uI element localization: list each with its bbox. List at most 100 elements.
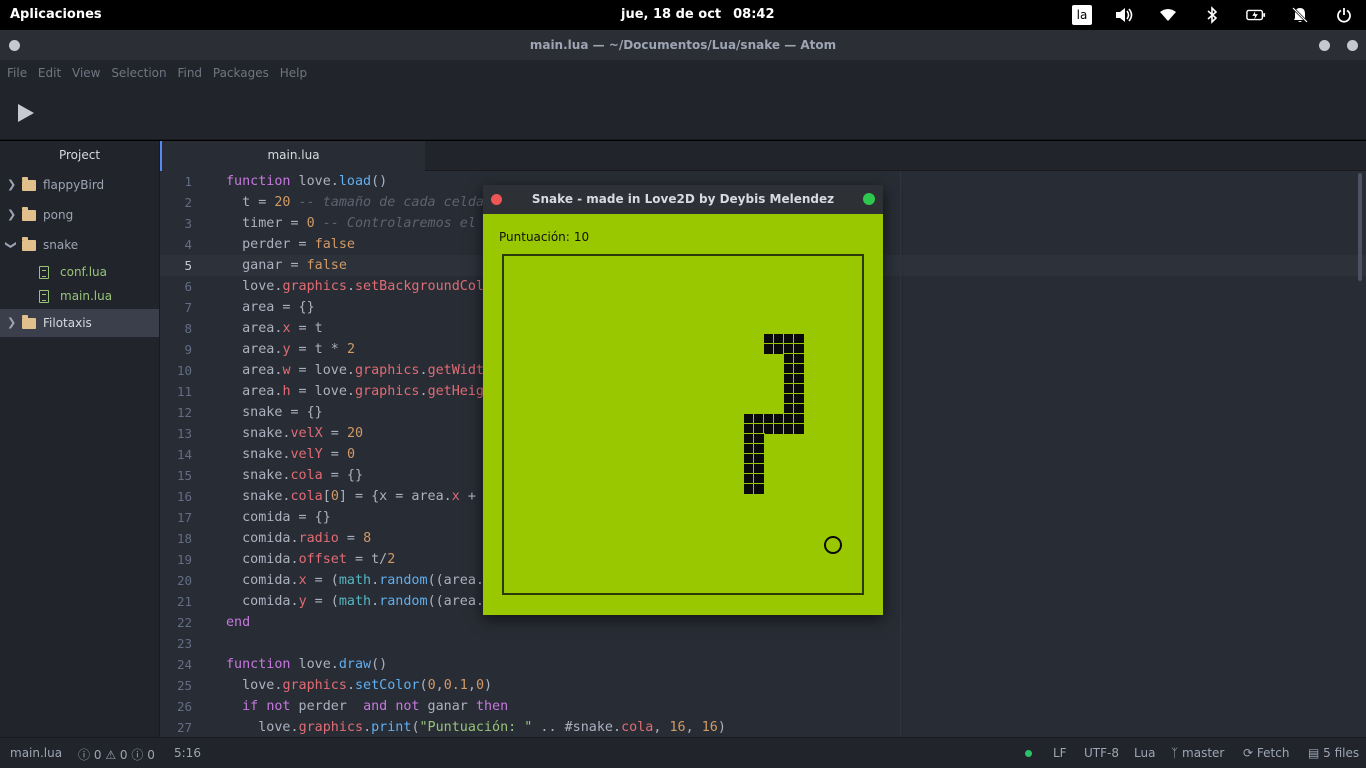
window-menu-dot[interactable] [9, 40, 20, 51]
line-number: 27 [176, 720, 192, 735]
code-line: comida.y = (math.random((area.h [226, 594, 492, 609]
close-button[interactable] [1347, 40, 1358, 51]
clock[interactable]: jue, 18 de oct 08:42 [621, 7, 775, 22]
tree-item-snake[interactable]: ❯ snake [0, 231, 159, 259]
grammar-selector[interactable]: Lua [1134, 746, 1155, 760]
line-number: 3 [184, 216, 192, 231]
menu-packages[interactable]: Packages [213, 60, 269, 80]
line-number: 21 [176, 594, 192, 609]
wifi-icon[interactable] [1158, 5, 1178, 25]
menu-file[interactable]: File [7, 60, 27, 80]
notifications-off-icon[interactable] [1290, 5, 1310, 25]
wrap-guide [900, 171, 901, 737]
git-branch[interactable]: ᛉ master [1171, 746, 1224, 760]
window-titlebar[interactable]: main.lua — ~/Documentos/Lua/snake — Atom [0, 30, 1366, 60]
chevron-right-icon: ❯ [7, 316, 17, 329]
code-line: love.graphics.setBackgroundColor [226, 279, 501, 294]
keyboard-layout-indicator[interactable]: la [1072, 5, 1092, 25]
line-number: 20 [176, 573, 192, 588]
game-close-button[interactable] [491, 194, 502, 205]
chevron-right-icon: ❯ [7, 208, 17, 221]
snake-game-window[interactable]: Snake - made in Love2D by Deybis Melende… [483, 185, 883, 615]
tree-item-flappybird[interactable]: ❯ flappyBird [0, 171, 159, 199]
line-number: 19 [176, 552, 192, 567]
encoding-selector[interactable]: UTF-8 [1084, 746, 1119, 760]
line-number: 22 [176, 615, 192, 630]
snake-segment [743, 453, 755, 465]
snake-segment [763, 423, 775, 435]
code-line: area.w = love.graphics.getWidth [226, 363, 493, 378]
tab-bar: main.lua [160, 141, 1366, 171]
applications-menu[interactable]: Aplicaciones [10, 7, 102, 22]
code-line: comida.x = (math.random((area.w [226, 573, 492, 588]
game-maximize-button[interactable] [863, 193, 875, 205]
snake-segment [793, 333, 805, 345]
code-line: love.graphics.print("Puntuación: " .. #s… [226, 720, 726, 735]
vertical-scrollbar[interactable] [1358, 173, 1362, 281]
line-number: 26 [176, 699, 192, 714]
warning-icon: ⚠ [105, 748, 117, 762]
menu-view[interactable]: View [72, 60, 100, 80]
snake-segment [743, 423, 755, 435]
menu-bar: File Edit View Selection Find Packages H… [0, 60, 1366, 86]
snake-segment [793, 353, 805, 365]
minimize-button[interactable] [1319, 40, 1330, 51]
menu-edit[interactable]: Edit [38, 60, 61, 80]
battery-icon[interactable] [1246, 5, 1266, 25]
code-line: snake.cola = {} [226, 468, 364, 483]
sync-icon: ⟳ [1243, 746, 1254, 760]
game-canvas[interactable]: Puntuación: 10 [483, 214, 883, 615]
line-ending-selector[interactable]: LF [1053, 746, 1067, 760]
snake-segment [773, 423, 785, 435]
snake-segment [793, 423, 805, 435]
code-line: snake = {} [226, 405, 323, 420]
snake-segment [783, 343, 795, 355]
git-fetch-button[interactable]: ⟳ Fetch [1243, 746, 1289, 760]
menu-selection[interactable]: Selection [111, 60, 166, 80]
code-line: ganar = false [226, 258, 347, 273]
power-icon[interactable] [1334, 5, 1354, 25]
cursor-position[interactable]: 5:16 [174, 746, 201, 760]
tree-item-pong[interactable]: ❯ pong [0, 201, 159, 229]
tree-item-filotaxis[interactable]: ❯ Filotaxis [0, 309, 159, 337]
snake-segment [783, 393, 795, 405]
code-line: t = 20 -- tamaño de cada celda [226, 195, 484, 210]
window-title: main.lua — ~/Documentos/Lua/snake — Atom [529, 38, 837, 52]
snake-segment [793, 403, 805, 415]
tree-item-main-lua[interactable]: main.lua [0, 282, 159, 310]
game-window-titlebar[interactable]: Snake - made in Love2D by Deybis Melende… [483, 185, 883, 214]
diagnostics-summary[interactable]: ⓘ 0 ⚠ 0 ⓘ 0 [78, 746, 155, 763]
menu-find[interactable]: Find [177, 60, 202, 80]
clock-time: 08:42 [733, 7, 775, 22]
snake-segment [743, 483, 755, 495]
code-line: love.graphics.setColor(0,0.1,0) [226, 678, 493, 693]
status-file-name[interactable]: main.lua [10, 746, 62, 760]
code-line: snake.cola[0] = {x = area.x + t [226, 489, 493, 504]
volume-icon[interactable] [1114, 5, 1134, 25]
code-line: function love.load() [226, 174, 388, 189]
snake-segment [793, 373, 805, 385]
status-bar: main.lua ⓘ 0 ⚠ 0 ⓘ 0 5:16 LF UTF-8 Lua ᛉ… [0, 737, 1366, 768]
line-number: 8 [184, 321, 192, 336]
line-number: 7 [184, 300, 192, 315]
menu-help[interactable]: Help [280, 60, 307, 80]
snake-segment [743, 443, 755, 455]
run-icon[interactable] [18, 104, 34, 122]
code-line: area.h = love.graphics.getHeight [226, 384, 501, 399]
game-window-title: Snake - made in Love2D by Deybis Melende… [531, 192, 835, 206]
score-display: Puntuación: 10 [499, 230, 589, 244]
snake-segment [743, 463, 755, 475]
snake-segment [783, 383, 795, 395]
folder-icon [22, 207, 36, 221]
tab-main-lua[interactable]: main.lua [160, 141, 425, 171]
line-number: 2 [184, 195, 192, 210]
snake-segment [743, 413, 755, 425]
code-line: area.x = t [226, 321, 323, 336]
code-line: timer = 0 -- Controlaremos el [226, 216, 476, 231]
snake-segment [743, 433, 755, 445]
github-files[interactable]: ▤ 5 files [1308, 746, 1359, 760]
tree-view-header[interactable]: Project [0, 141, 159, 169]
food-item [824, 536, 842, 554]
bluetooth-icon[interactable] [1202, 5, 1222, 25]
git-status-dot [1025, 750, 1032, 757]
